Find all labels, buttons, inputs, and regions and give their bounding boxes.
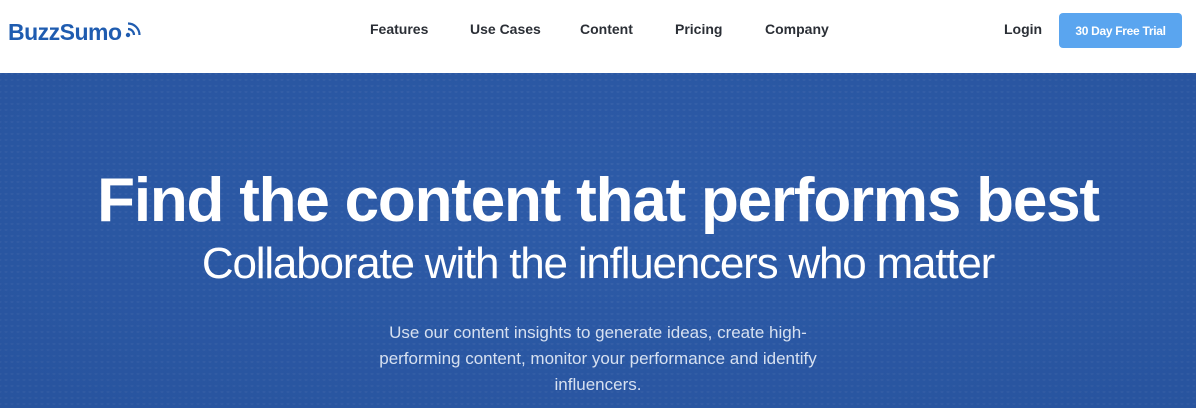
free-trial-button[interactable]: 30 Day Free Trial bbox=[1059, 13, 1182, 48]
login-link[interactable]: Login bbox=[1004, 21, 1042, 37]
nav-pricing[interactable]: Pricing bbox=[675, 21, 722, 37]
nav-content[interactable]: Content bbox=[580, 21, 633, 37]
signal-waves-icon bbox=[123, 18, 145, 40]
nav-company[interactable]: Company bbox=[765, 21, 829, 37]
hero-section: Find the content that performs best Coll… bbox=[0, 73, 1196, 408]
logo-text: BuzzSumo bbox=[8, 18, 122, 45]
hero-description: Use our content insights to generate ide… bbox=[379, 323, 817, 394]
buzzsumo-logo[interactable]: BuzzSumo bbox=[8, 17, 145, 47]
hero-title: Find the content that performs best bbox=[97, 166, 1100, 235]
site-header: BuzzSumo Features Use Cases Content Pric… bbox=[0, 0, 1196, 73]
hero-subtitle: Collaborate with the influencers who mat… bbox=[201, 239, 995, 288]
nav-use-cases[interactable]: Use Cases bbox=[470, 21, 541, 37]
nav-features[interactable]: Features bbox=[370, 21, 428, 37]
